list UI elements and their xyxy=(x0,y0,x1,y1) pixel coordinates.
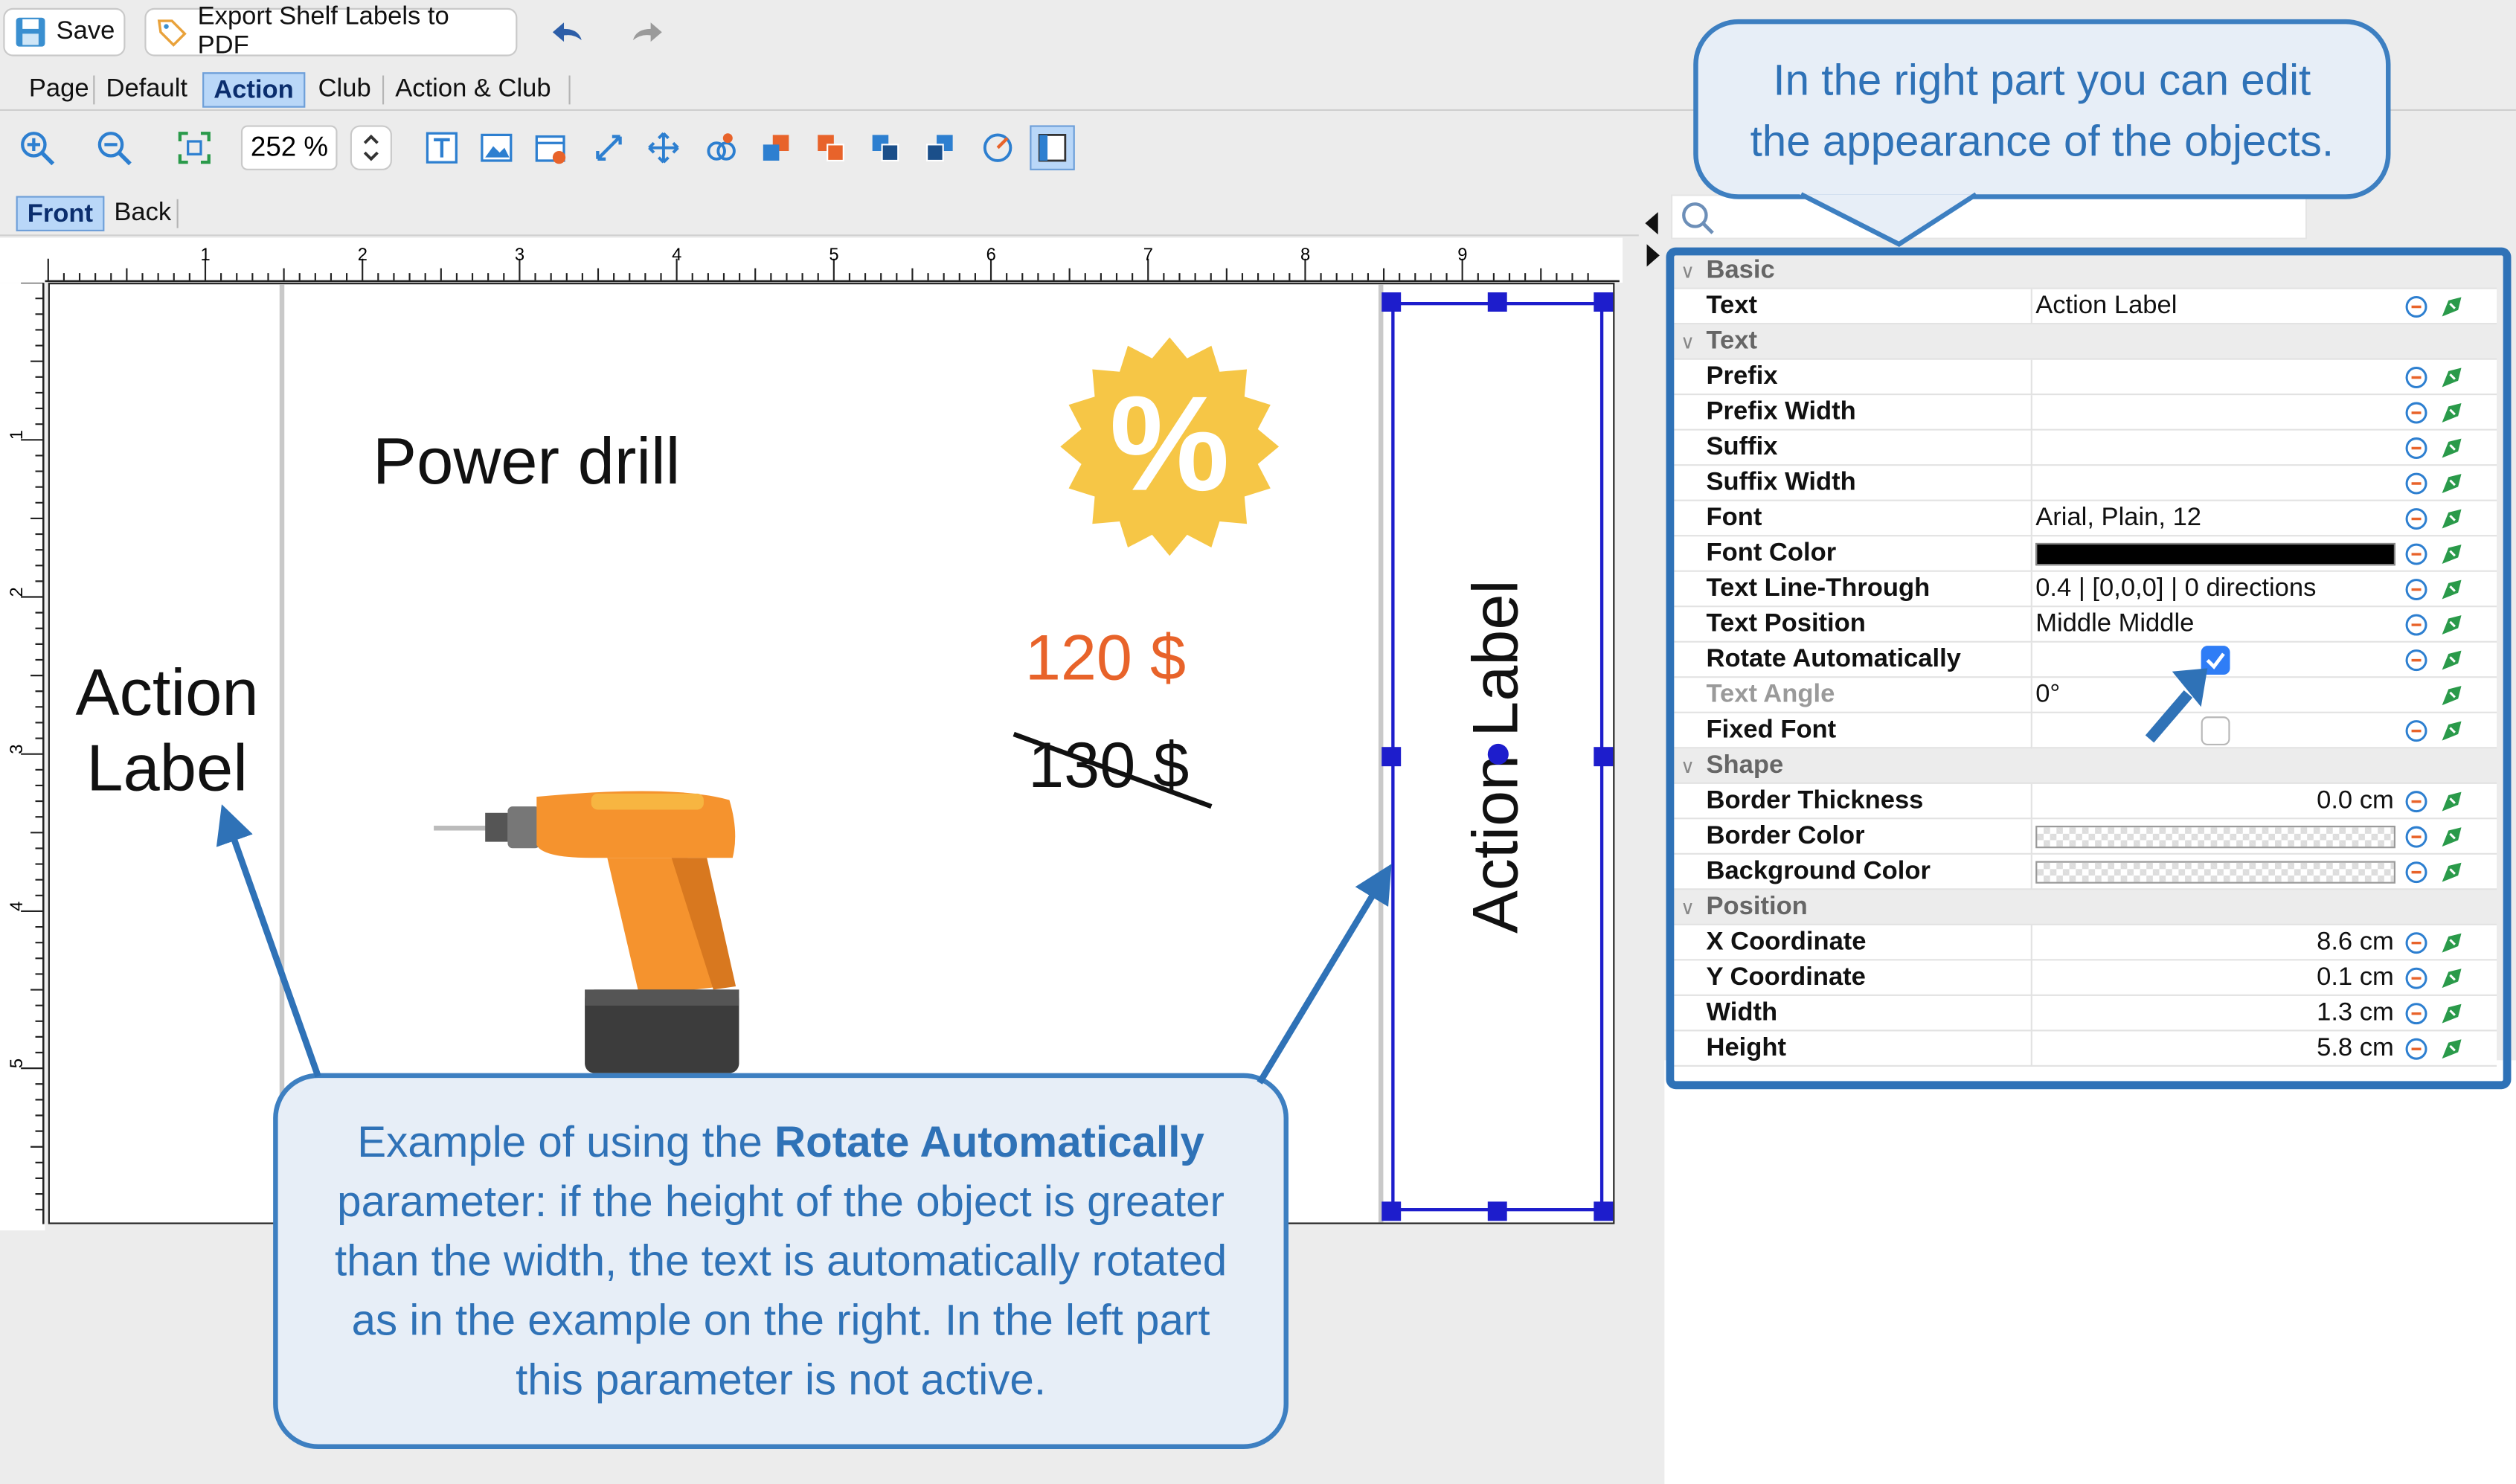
arrow-to-right-label xyxy=(1257,864,1392,1085)
arrow-to-left-label xyxy=(216,804,321,1078)
annotation-arrows xyxy=(216,668,2208,1085)
arrow-to-checkbox xyxy=(2145,690,2193,743)
app-window: Save Export Shelf Labels to PDF Page Def… xyxy=(0,0,2516,1484)
